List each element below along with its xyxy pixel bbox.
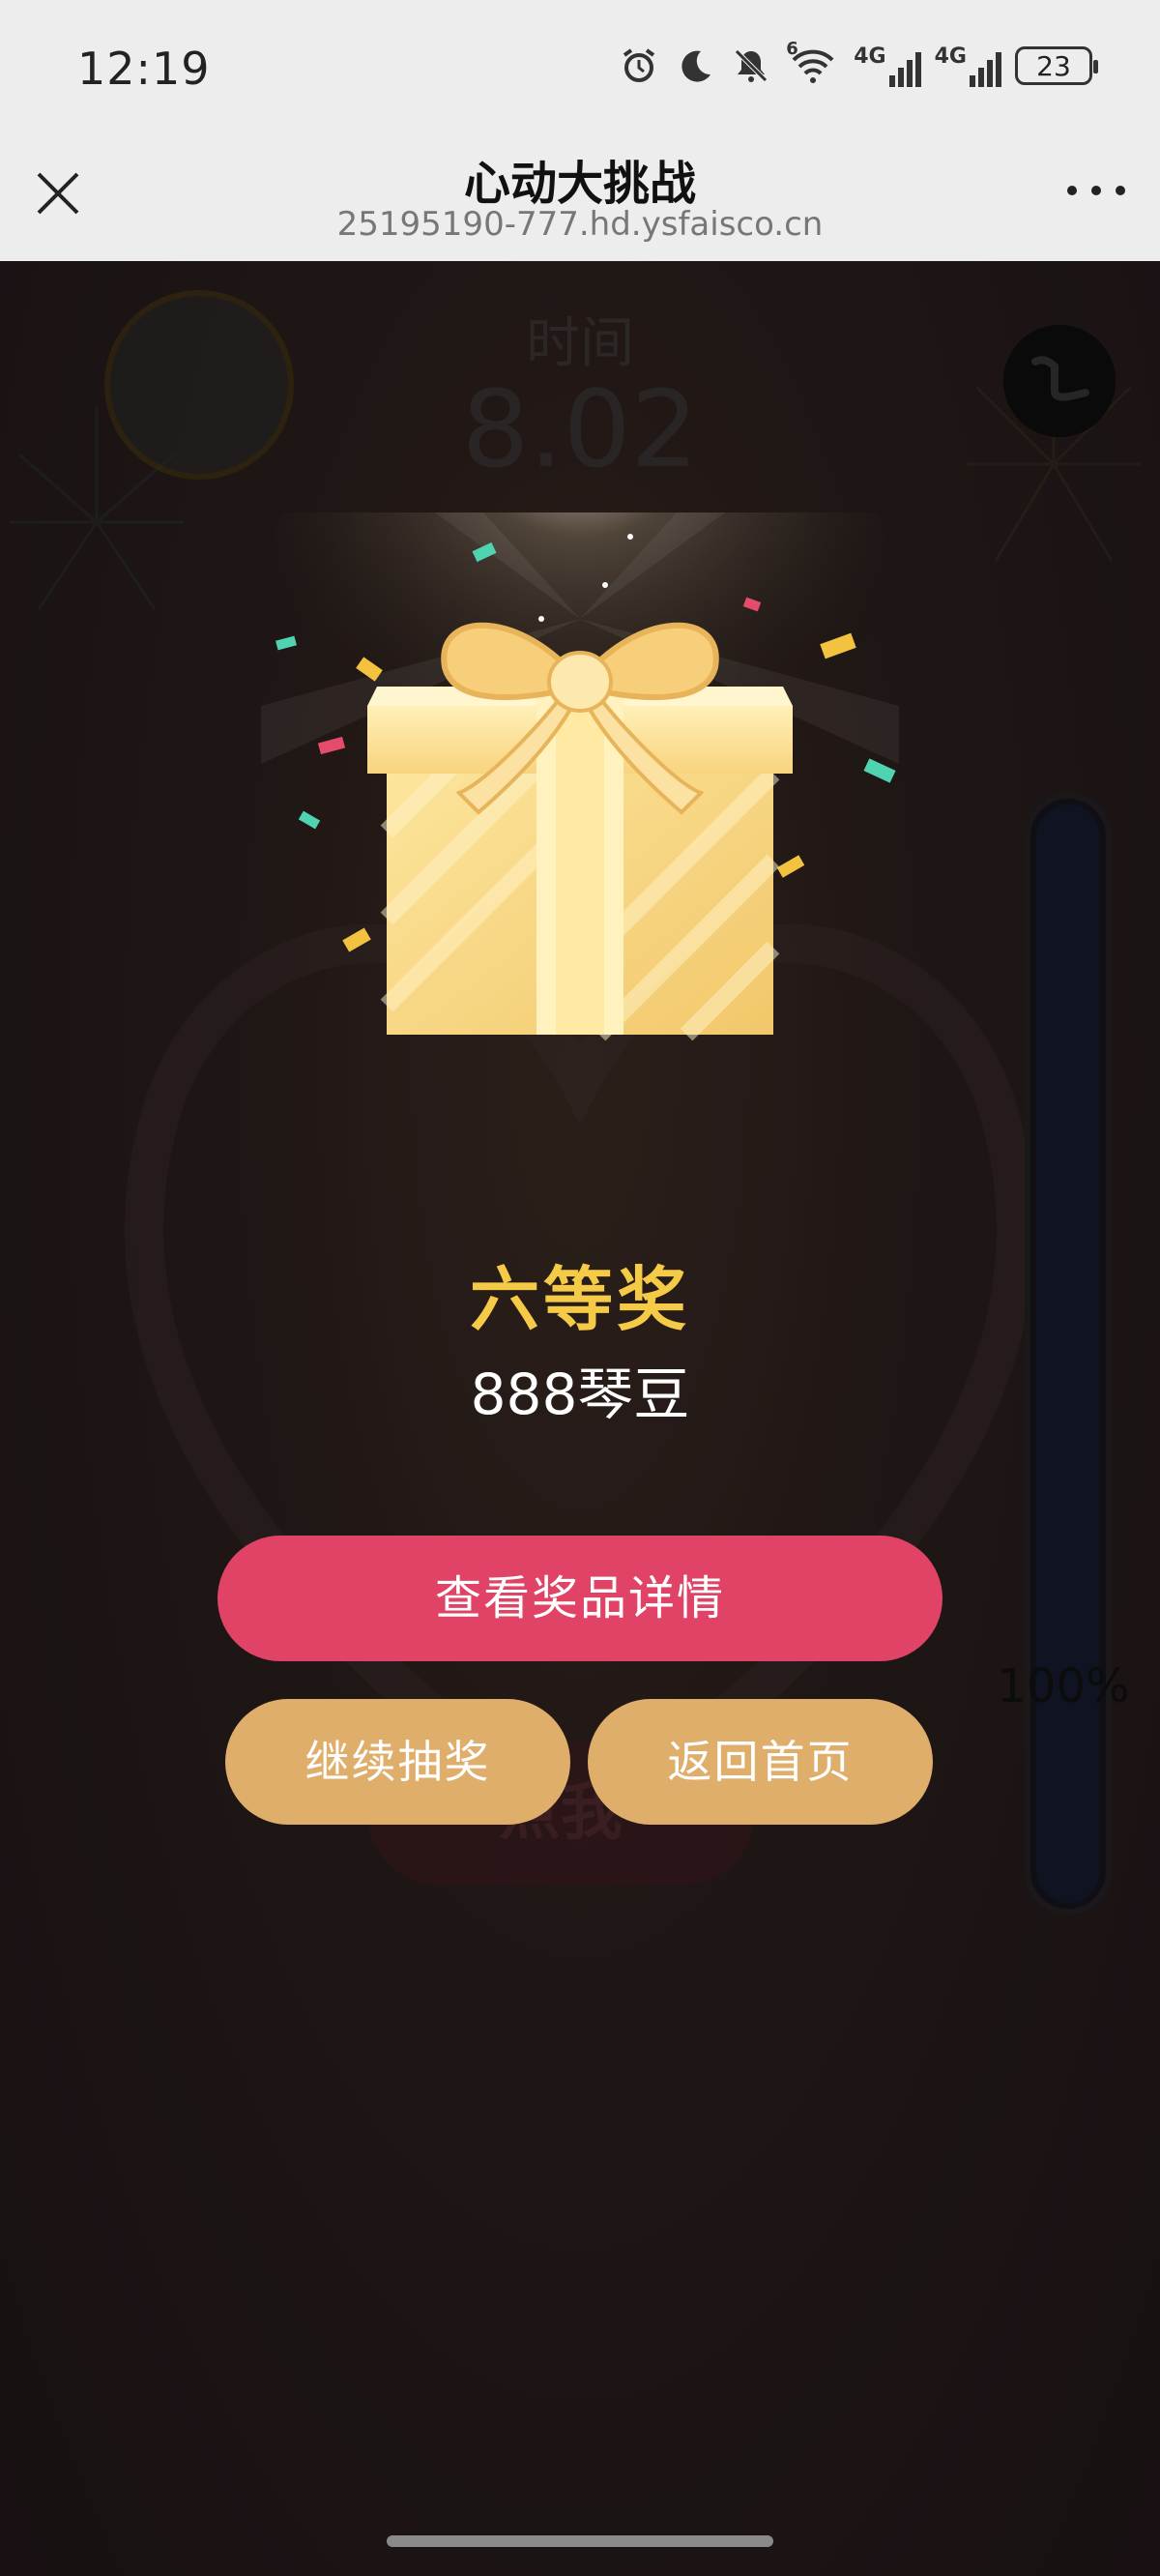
status-icons: 6 4G 4G 23: [618, 39, 1098, 87]
status-bar: 12:19 6 4G 4G 23: [0, 0, 1160, 140]
wifi-label: 6: [786, 39, 798, 59]
alarm-icon: [618, 44, 660, 87]
gift-illustration: [261, 512, 899, 1054]
prize-level: 六等奖: [469, 1259, 690, 1340]
gift-box-icon: [367, 622, 793, 1041]
page-url: 25195190-777.hd.ysfaisco.cn: [336, 205, 824, 244]
more-dot: [1116, 186, 1125, 195]
status-time: 12:19: [77, 43, 211, 95]
more-dot: [1067, 186, 1077, 195]
battery-level: 23: [1036, 49, 1071, 82]
signal-icon: 4G: [935, 44, 1001, 87]
signal-label: 4G: [934, 44, 967, 69]
signal-icon: 4G: [854, 44, 921, 87]
more-button[interactable]: [1067, 176, 1125, 205]
wifi-icon: 6: [786, 39, 840, 87]
page-title: 心动大挑战: [463, 157, 696, 211]
prize-name: 888琴豆: [470, 1361, 690, 1427]
battery-icon: 23: [1015, 46, 1098, 85]
home-indicator[interactable]: [387, 2535, 773, 2547]
return-home-button[interactable]: 返回首页: [588, 1699, 933, 1825]
mute-icon: [730, 44, 772, 87]
continue-draw-button[interactable]: 继续抽奖: [225, 1699, 570, 1825]
browser-header: 心动大挑战 25195190-777.hd.ysfaisco.cn: [0, 135, 1160, 261]
view-prize-details-button[interactable]: 查看奖品详情: [218, 1536, 942, 1661]
moon-icon: [674, 44, 716, 87]
signal-label: 4G: [854, 44, 886, 69]
more-dot: [1091, 186, 1101, 195]
